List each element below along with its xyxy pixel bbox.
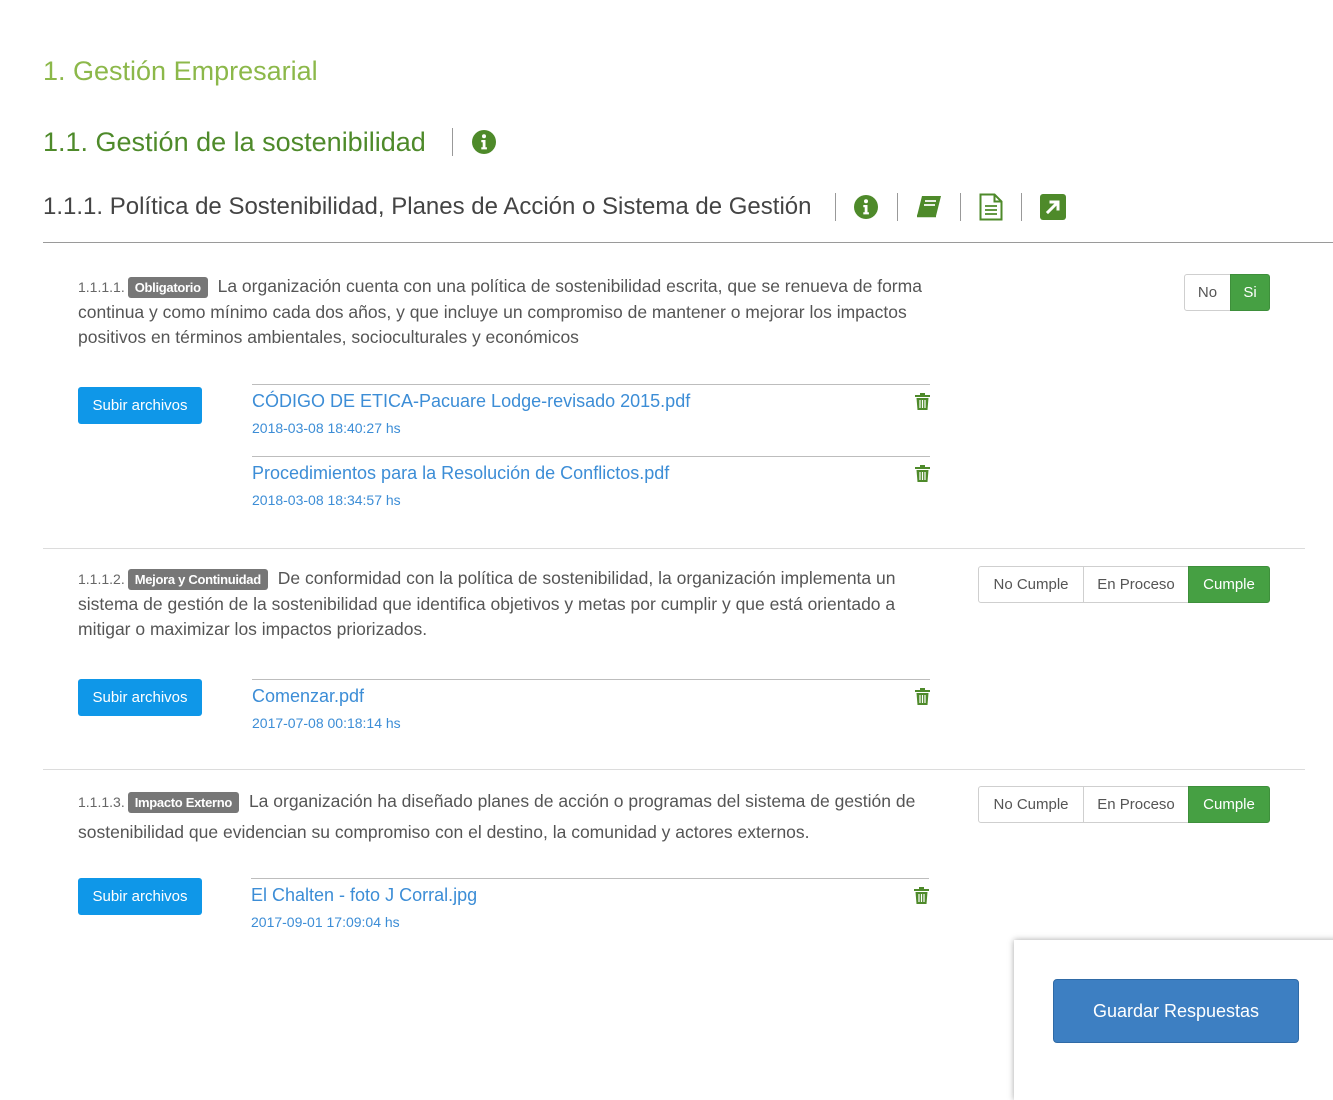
question-divider <box>43 769 1305 770</box>
trash-icon[interactable] <box>915 688 930 710</box>
file-link[interactable]: Comenzar.pdf <box>252 686 364 707</box>
file-date: 2018-03-08 18:40:27 hs <box>252 420 401 436</box>
file-item: Comenzar.pdf 2017-07-08 00:18:14 hs <box>252 679 930 751</box>
save-answers-button[interactable]: Guardar Respuestas <box>1053 979 1299 1043</box>
upload-files-button[interactable]: Subir archivos <box>78 878 202 915</box>
question-number: 1.1.1.1. <box>78 279 125 295</box>
answer-toggle: No Cumple En Proceso Cumple <box>978 566 1270 603</box>
divider <box>960 193 962 221</box>
section-title: 1. Gestión Empresarial <box>43 56 318 86</box>
answer-no-cumple-button[interactable]: No Cumple <box>978 566 1084 603</box>
upload-files-button[interactable]: Subir archivos <box>78 679 202 716</box>
file-link[interactable]: Procedimientos para la Resolución de Con… <box>252 463 669 484</box>
question-badge: Obligatorio <box>127 277 208 298</box>
answer-cumple-button[interactable]: Cumple <box>1188 566 1270 603</box>
file-item: El Chalten - foto J Corral.jpg 2017-09-0… <box>251 878 929 950</box>
question-badge: Mejora y Continuidad <box>127 569 268 590</box>
info-icon[interactable] <box>471 130 496 154</box>
question-divider <box>43 548 1305 549</box>
external-link-icon[interactable] <box>1040 194 1067 220</box>
answer-en-proceso-button[interactable]: En Proceso <box>1083 566 1189 603</box>
divider <box>1021 193 1023 221</box>
criterion-header: 1.1.1. Política de Sostenibilidad, Plane… <box>43 190 1067 224</box>
document-icon[interactable] <box>979 193 1003 221</box>
question-text: 1.1.1.2. Mejora y Continuidad De conformi… <box>78 566 928 642</box>
answer-cumple-button[interactable]: Cumple <box>1188 786 1270 823</box>
trash-icon[interactable] <box>915 465 930 487</box>
subsection-header: 1.1. Gestión de la sostenibilidad <box>43 124 496 160</box>
trash-icon[interactable] <box>915 393 930 415</box>
answer-en-proceso-button[interactable]: En Proceso <box>1083 786 1189 823</box>
question-badge: Impacto Externo <box>127 792 240 813</box>
criterion-title: 1.1.1. Política de Sostenibilidad, Plane… <box>43 193 812 220</box>
divider <box>835 193 837 221</box>
file-date: 2018-03-08 18:34:57 hs <box>252 492 401 508</box>
answer-no-button[interactable]: No <box>1184 274 1231 311</box>
info-icon[interactable] <box>854 195 879 219</box>
answer-si-button[interactable]: Si <box>1230 274 1270 311</box>
file-date: 2017-07-08 00:18:14 hs <box>252 715 401 731</box>
file-date: 2017-09-01 17:09:04 hs <box>251 914 400 930</box>
upload-files-button[interactable]: Subir archivos <box>78 387 202 424</box>
file-item: Procedimientos para la Resolución de Con… <box>252 456 930 528</box>
question-text: 1.1.1.1. Obligatorio La organización cuen… <box>78 274 928 350</box>
answer-toggle: No Cumple En Proceso Cumple <box>978 786 1270 823</box>
divider <box>451 128 453 156</box>
trash-icon[interactable] <box>914 887 929 909</box>
answer-toggle: No Si <box>1184 274 1270 311</box>
file-link[interactable]: El Chalten - foto J Corral.jpg <box>251 885 477 906</box>
file-item: CÓDIGO DE ETICA-Pacuare Lodge-revisado 2… <box>252 384 930 456</box>
file-link[interactable]: CÓDIGO DE ETICA-Pacuare Lodge-revisado 2… <box>252 391 690 412</box>
header-divider <box>43 242 1333 243</box>
question-text: 1.1.1.3. Impacto Externo La organización … <box>78 786 928 847</box>
book-icon[interactable] <box>916 195 943 219</box>
answer-no-cumple-button[interactable]: No Cumple <box>978 786 1084 823</box>
divider <box>897 193 899 221</box>
subsection-title: 1.1. Gestión de la sostenibilidad <box>43 126 426 157</box>
question-number: 1.1.1.2. <box>78 571 125 587</box>
question-number: 1.1.1.3. <box>78 794 125 810</box>
save-panel: Guardar Respuestas <box>1014 940 1333 1100</box>
